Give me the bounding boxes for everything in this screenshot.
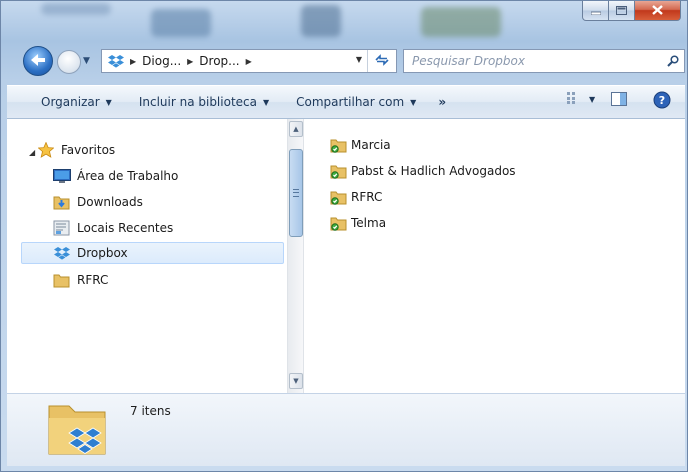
refresh-icon (375, 53, 389, 69)
sidebar-item-label: Locais Recentes (77, 221, 174, 235)
recent-places-icon (53, 220, 71, 236)
back-button[interactable] (23, 46, 53, 76)
minimize-icon (590, 4, 601, 18)
sidebar-item-downloads[interactable]: Downloads (53, 191, 143, 213)
title-blur (301, 5, 341, 37)
maximize-icon (616, 4, 627, 18)
shared-folder-icon (330, 163, 348, 179)
include-library-menu[interactable]: Incluir na biblioteca ▼ (139, 95, 269, 109)
scroll-up-icon[interactable]: ▲ (289, 121, 303, 137)
view-icon (567, 92, 581, 107)
file-name: Marcia (351, 138, 391, 152)
chevron-down-icon: ▼ (105, 97, 112, 107)
close-icon (652, 4, 663, 18)
shared-folder-icon (330, 137, 348, 153)
downloads-folder-icon (53, 194, 71, 210)
folder-icon (53, 272, 71, 288)
preview-pane-button[interactable] (611, 92, 627, 109)
nav-pane-scrollbar[interactable]: ▲ ▼ (287, 119, 304, 393)
help-button[interactable]: ? (653, 91, 671, 112)
list-item[interactable]: Pabst & Hadlich Advogados (330, 159, 516, 183)
expand-icon[interactable]: ◢ (29, 148, 35, 157)
search-input[interactable]: Pesquisar Dropbox (412, 54, 662, 68)
desktop-icon (53, 168, 71, 184)
breadcrumb-separator-icon[interactable]: ▶ (246, 57, 252, 66)
sidebar-item-label: Área de Trabalho (77, 169, 179, 183)
command-bar: Organizar ▼ Incluir na biblioteca ▼ Compar… (7, 85, 685, 119)
title-blur (151, 9, 211, 37)
navigation-pane: ◢ Favoritos Área de Trabalho Downloads L… (7, 119, 287, 393)
title-blur (421, 7, 501, 37)
address-bar[interactable]: ▶ Diog... ▶ Drop... ▶ ▼ (101, 49, 397, 73)
address-dropdown-icon[interactable]: ▼ (356, 55, 362, 64)
explorer-window: ▼ ▶ Diog... ▶ Drop... ▶ ▼ Pesquisar Drop… (0, 0, 688, 472)
recent-pages-dropdown-icon[interactable]: ▼ (83, 56, 90, 66)
search-box[interactable]: Pesquisar Dropbox (403, 49, 685, 73)
breadcrumb-separator-icon[interactable]: ▶ (187, 57, 193, 66)
file-name: RFRC (351, 190, 383, 204)
share-with-label: Compartilhar com (296, 95, 405, 109)
sidebar-item-rfrc[interactable]: RFRC (53, 269, 108, 291)
star-icon (37, 142, 55, 158)
file-name: Telma (351, 216, 387, 230)
organize-label: Organizar (41, 95, 100, 109)
preview-pane-icon (611, 92, 627, 109)
chevron-down-icon: ▼ (589, 95, 596, 104)
breadcrumb-item[interactable]: Drop... (199, 54, 239, 68)
more-commands-button[interactable]: » (438, 95, 446, 109)
sidebar-item-label: Downloads (77, 195, 143, 209)
list-item[interactable]: RFRC (330, 185, 382, 209)
item-count: 7 itens (130, 404, 171, 418)
help-icon: ? (653, 91, 671, 112)
more-commands-label: » (438, 95, 447, 109)
sidebar-item-label: Dropbox (77, 246, 128, 260)
dropbox-icon (53, 245, 71, 261)
breadcrumb-separator-icon[interactable]: ▶ (130, 57, 136, 66)
sidebar-item-label: RFRC (77, 273, 109, 287)
list-item[interactable]: Telma (330, 211, 386, 235)
file-list: Marcia Pabst & Hadlich Advogados RFRC Te… (304, 119, 685, 393)
breadcrumb-item[interactable]: Diog... (142, 54, 181, 68)
grip-icon (293, 189, 299, 197)
scrollbar-thumb[interactable] (289, 149, 303, 237)
address-row: ▼ ▶ Diog... ▶ Drop... ▶ ▼ Pesquisar Drop… (23, 46, 685, 76)
chevron-down-icon: ▼ (410, 97, 417, 107)
content-area: ◢ Favoritos Área de Trabalho Downloads L… (7, 119, 685, 393)
sidebar-item-favorites[interactable]: Favoritos (37, 139, 115, 161)
refresh-button[interactable] (367, 50, 396, 72)
share-with-menu[interactable]: Compartilhar com ▼ (296, 95, 416, 109)
sidebar-item-recent-places[interactable]: Locais Recentes (53, 217, 173, 239)
details-pane: 7 itens (7, 393, 685, 466)
shared-folder-icon (330, 189, 348, 205)
sidebar-item-desktop[interactable]: Área de Trabalho (53, 165, 178, 187)
shared-folder-icon (330, 215, 348, 231)
back-arrow-icon (30, 53, 46, 70)
minimize-button[interactable] (582, 1, 609, 21)
caption-buttons (582, 1, 681, 21)
scroll-down-icon[interactable]: ▼ (289, 373, 303, 389)
list-item[interactable]: Marcia (330, 133, 391, 157)
title-blur (41, 3, 111, 15)
search-icon[interactable] (662, 55, 684, 67)
chevron-down-icon: ▼ (262, 97, 270, 107)
dropbox-folder-icon (45, 400, 111, 461)
sidebar-item-label: Favoritos (61, 143, 116, 157)
organize-menu[interactable]: Organizar ▼ (41, 95, 112, 109)
maximize-button[interactable] (609, 1, 635, 21)
include-library-label: Incluir na biblioteca (138, 95, 257, 109)
forward-button[interactable] (57, 50, 81, 74)
view-options-button[interactable]: ▼ (567, 92, 595, 107)
close-button[interactable] (635, 1, 681, 21)
svg-text:?: ? (659, 94, 665, 107)
dropbox-icon (108, 54, 124, 69)
sidebar-item-dropbox[interactable]: Dropbox (21, 242, 284, 264)
file-name: Pabst & Hadlich Advogados (351, 164, 516, 178)
